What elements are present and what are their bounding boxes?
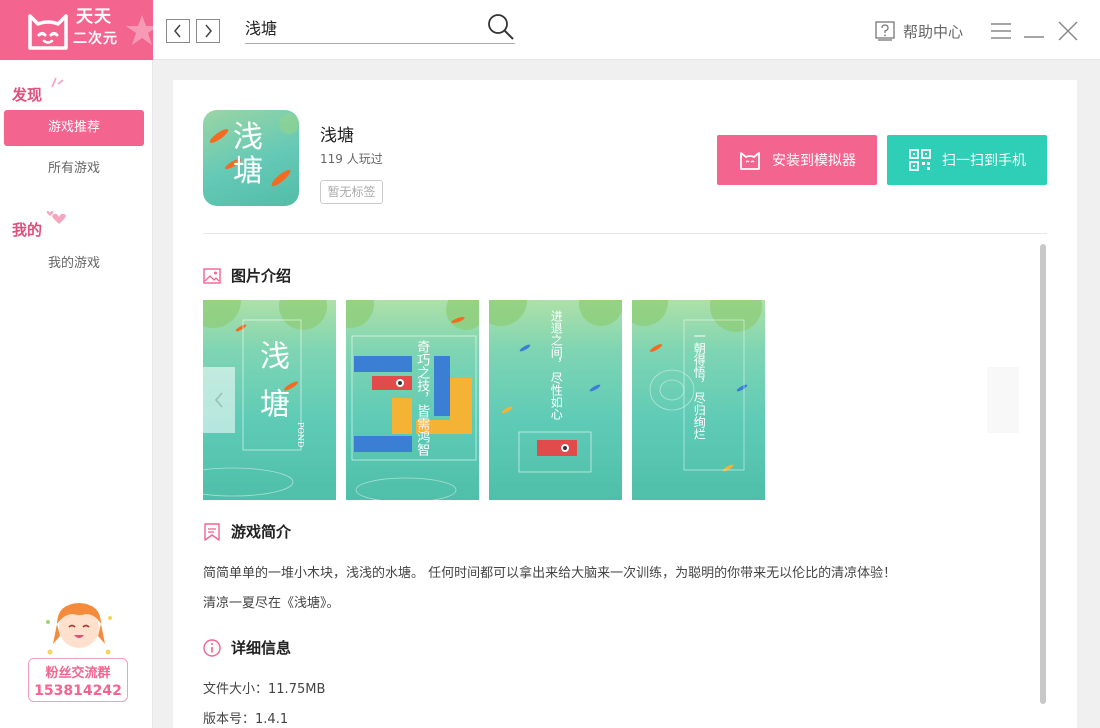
fan-group-number: 153814242 [34, 683, 122, 699]
screenshot-4[interactable]: 一朝得悟， 尽归绚烂 [632, 300, 765, 500]
sidebar-item-game-recommend[interactable]: 游戏推荐 [4, 110, 144, 146]
close-icon[interactable] [1057, 20, 1079, 42]
back-button[interactable] [166, 19, 190, 43]
screenshot-4-text-a: 一朝得悟， [692, 330, 707, 390]
game-detail-panel: 浅 塘 浅塘 119 人玩过 暂无标签 安装到模拟器 扫一扫到手机 图片介绍 浅… [173, 80, 1077, 728]
version-row: 版本号：1.4.1 [203, 708, 288, 727]
info-icon [203, 638, 221, 657]
image-icon [203, 267, 221, 284]
game-icon-text-1: 浅 [233, 120, 263, 155]
search-input[interactable] [245, 14, 480, 40]
screenshot-3[interactable]: 进退之间， 尽性如心 [489, 300, 622, 500]
version-value: 1.4.1 [255, 712, 289, 727]
screenshot-1-text-c: POND [295, 422, 305, 448]
cat-head-icon [740, 152, 760, 170]
install-button-label: 安装到模拟器 [772, 153, 856, 169]
screenshot-4-text-b: 尽归绚烂 [692, 392, 707, 440]
scan-to-phone-button[interactable]: 扫一扫到手机 [887, 135, 1047, 185]
sidebar-item-my-games[interactable]: 我的游戏 [4, 246, 144, 282]
file-size-value: 11.75MB [268, 682, 326, 697]
version-label: 版本号： [203, 712, 256, 727]
carousel-prev-button[interactable] [203, 367, 235, 433]
minimize-icon[interactable] [1023, 20, 1045, 42]
cat-logo-icon [28, 14, 68, 50]
screenshot-3-text-b: 尽性如心 [549, 372, 564, 420]
intro-section-header: 游戏简介 [203, 521, 291, 542]
help-icon [875, 21, 895, 41]
scrollbar[interactable] [1040, 244, 1046, 704]
screenshots-section-header: 图片介绍 [203, 265, 291, 286]
fan-group-badge[interactable]: 粉丝交流群 153814242 [28, 658, 128, 702]
block-puzzle-icon [346, 300, 479, 500]
screenshot-3-text-a: 进退之间， [549, 310, 564, 370]
screenshot-2-text-b: 皆需鸿智 [414, 404, 430, 456]
screenshot-1-text-a: 浅 [254, 340, 289, 370]
scan-button-label: 扫一扫到手机 [942, 153, 1026, 169]
detail-section-title: 详细信息 [231, 639, 292, 657]
logo-line-1: 天天 [76, 7, 112, 27]
carousel-next-button[interactable] [987, 367, 1019, 433]
fan-group-label: 粉丝交流群 [45, 666, 111, 681]
intro-text-line-2: 清凉一夏尽在《浅塘》。 [203, 596, 340, 611]
logo-text: 天天 二次元 [73, 6, 118, 50]
divider [203, 233, 1047, 234]
sidebar-item-all-games[interactable]: 所有游戏 [4, 151, 144, 187]
screenshot-1-text-b: 塘 [254, 388, 289, 418]
search-box [245, 10, 515, 44]
screenshot-2[interactable]: 奇巧之技， 皆需鸿智 [346, 300, 479, 500]
search-icon[interactable] [487, 13, 515, 41]
file-size-label: 文件大小： [203, 682, 269, 697]
game-title: 浅塘 [320, 126, 354, 146]
help-center-label: 帮助中心 [903, 22, 964, 41]
menu-icon[interactable] [990, 20, 1012, 42]
file-size-row: 文件大小：11.75MB [203, 678, 325, 697]
help-center-link[interactable]: 帮助中心 [875, 20, 963, 42]
mascot-avatar-icon [46, 603, 112, 655]
screenshots-section-title: 图片介绍 [231, 267, 292, 285]
sidebar: 发现 游戏推荐 所有游戏 我的 我的游戏 粉丝交流群 153814242 [0, 60, 153, 728]
screenshot-2-text-a: 奇巧之技， [414, 340, 430, 405]
sparkle-icon [51, 77, 64, 88]
forward-button[interactable] [196, 19, 220, 43]
detail-section-header: 详细信息 [203, 637, 291, 658]
logo-line-2: 二次元 [73, 31, 118, 47]
game-icon: 浅 塘 [203, 110, 299, 206]
chevron-left-icon [174, 24, 181, 38]
qr-code-icon [909, 149, 931, 171]
game-tag: 暂无标签 [320, 180, 383, 204]
install-to-emulator-button[interactable]: 安装到模拟器 [717, 135, 877, 185]
sidebar-heading-mine: 我的 [12, 221, 43, 239]
hearts-icon [46, 211, 66, 224]
star-decoration-icon [126, 15, 153, 45]
chevron-left-icon [214, 392, 223, 408]
intro-text-line-1: 简简单单的一堆小木块，浅浅的水塘。 任何时间都可以拿出来给大脑来一次训练，为聪明… [203, 566, 897, 581]
bookmark-list-icon [204, 522, 220, 541]
sidebar-heading-discover: 发现 [12, 86, 43, 104]
app-logo[interactable]: 天天 二次元 [0, 0, 153, 60]
play-count: 119 人玩过 [320, 152, 383, 166]
game-icon-text-2: 塘 [233, 154, 263, 189]
chevron-right-icon [205, 24, 212, 38]
top-bar: 天天 二次元 帮助中心 [0, 0, 1100, 60]
intro-section-title: 游戏简介 [231, 523, 292, 541]
